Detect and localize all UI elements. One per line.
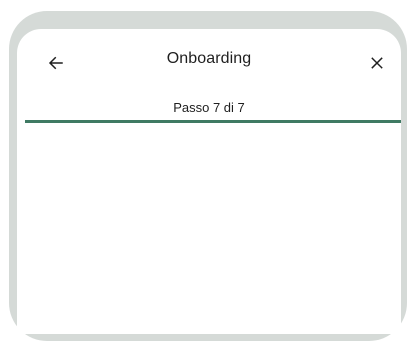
onboarding-screen: Onboarding Passo 7 di 7	[17, 29, 401, 334]
close-icon	[371, 57, 383, 69]
progress-bar	[25, 120, 401, 123]
close-button[interactable]	[365, 51, 389, 75]
step-indicator: Passo 7 di 7	[173, 100, 245, 115]
page-title: Onboarding	[166, 50, 252, 67]
app-bar: Onboarding	[17, 29, 401, 93]
progress-bar-fill	[25, 120, 401, 123]
